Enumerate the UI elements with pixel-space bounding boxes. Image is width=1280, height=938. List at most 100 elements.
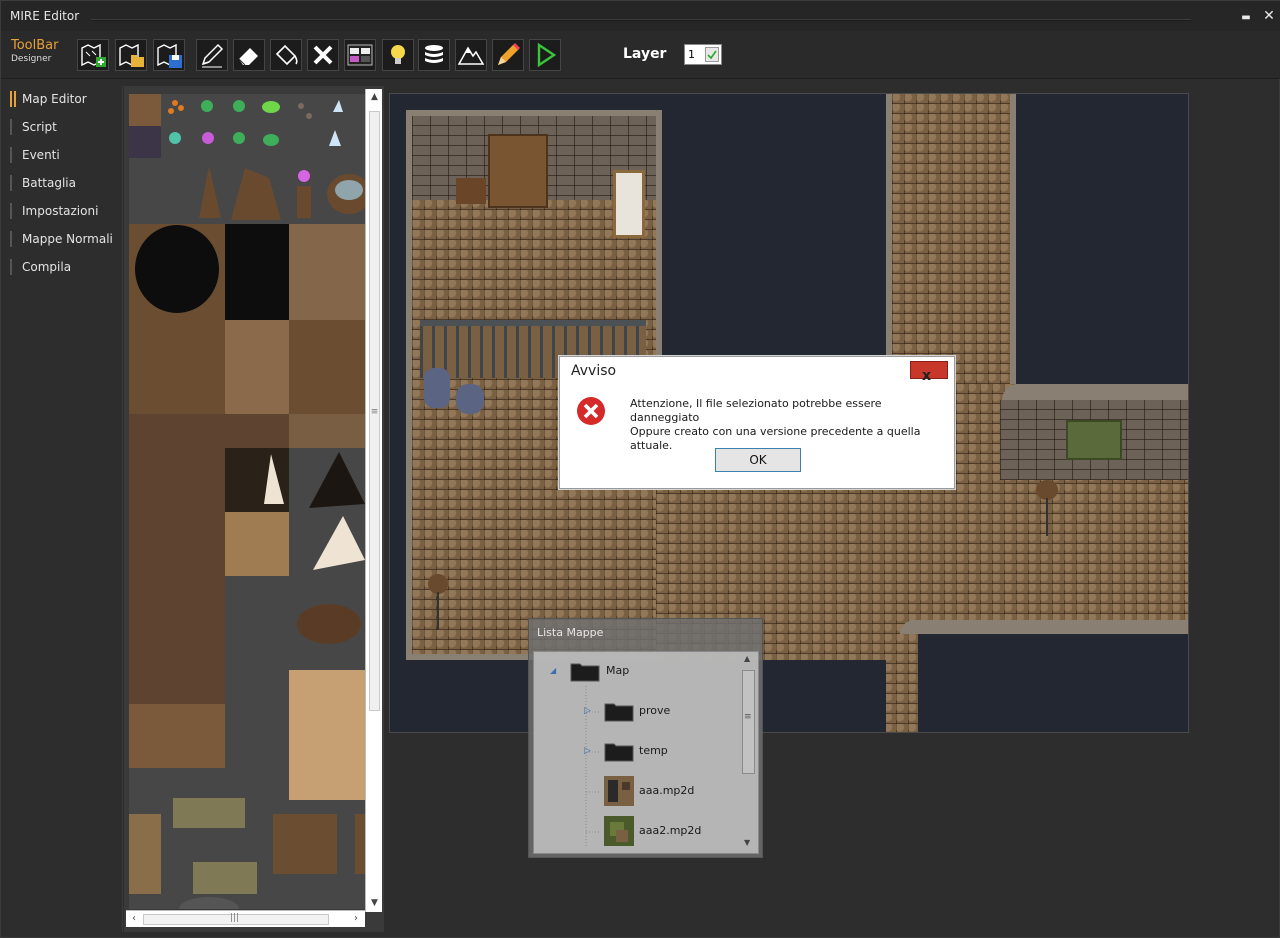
save-map-icon [157, 43, 182, 68]
brazier [428, 574, 448, 594]
dialog-title-bar: Avviso x [560, 357, 954, 384]
sidebar-item-eventi[interactable]: Eventi [10, 144, 120, 166]
tree-item-label: aaa2.mp2d [639, 824, 702, 837]
tree-item-label: aaa.mp2d [639, 784, 695, 797]
expanded-arrow-icon[interactable]: ◢ [550, 666, 556, 675]
cobblestone-floor [892, 94, 1010, 394]
ok-button[interactable]: OK [715, 448, 801, 472]
dialog-close-button[interactable]: x [910, 361, 948, 384]
layer-label: Layer [623, 46, 667, 62]
fill-bucket-icon [275, 44, 298, 66]
brazier-stand [437, 592, 439, 630]
folder-icon [604, 703, 634, 722]
terrain-button[interactable] [455, 39, 487, 71]
delete-icon [313, 45, 333, 65]
delete-button[interactable] [307, 39, 339, 71]
collapsed-arrow-icon[interactable]: ▷ [584, 746, 591, 756]
eraser-icon [238, 48, 258, 66]
scrollbar-grip-icon: ||| [230, 913, 240, 923]
play-icon [537, 42, 557, 68]
layer-value: 1 [688, 48, 695, 61]
palette-horizontal-scrollbar[interactable]: ‹ ||| › [126, 910, 365, 927]
folder-icon [604, 743, 634, 762]
map-tree[interactable]: ◢ Map ▷ prove ▷ temp aaa.mp2d aaa2.mp2d [533, 651, 759, 854]
sidebar-item-label: Map Editor [22, 92, 87, 106]
layer-spinner[interactable]: 1 [684, 44, 722, 65]
window-title: MIRE Editor [10, 9, 80, 23]
close-icon: ✕ [1263, 8, 1275, 24]
new-map-icon [81, 43, 106, 67]
edit-pencil-icon [498, 42, 521, 65]
open-map-button[interactable] [115, 39, 147, 71]
play-button[interactable] [529, 39, 561, 71]
dialog-title: Avviso [571, 363, 617, 379]
map-list-panel: Lista Mappe ◢ Map ▷ prove ▷ temp aaa.mp2… [528, 618, 763, 858]
sidebar-item-label: Script [22, 120, 57, 134]
scrollbar-grip-icon: ≡ [370, 407, 379, 417]
map-list-title: Lista Mappe [537, 626, 604, 639]
fill-tool-button[interactable] [270, 39, 302, 71]
sidebar-item-compila[interactable]: Compila [10, 256, 120, 278]
scrollbar-thumb[interactable] [742, 670, 755, 774]
minimize-icon: ▬ [1241, 12, 1251, 23]
collapsed-arrow-icon[interactable]: ▷ [584, 706, 591, 716]
warning-dialog: Avviso x Attenzione, Il file selezionato… [559, 356, 955, 489]
jar [424, 368, 450, 408]
scroll-down-icon[interactable]: ▼ [366, 896, 383, 910]
tree-item-aaa2-mp2d[interactable]: aaa2.mp2d [534, 816, 734, 846]
tileset-icon [347, 44, 373, 66]
toolbar-brand-subtitle: Designer [11, 54, 52, 64]
sidebar-item-battaglia[interactable]: Battaglia [10, 172, 120, 194]
scroll-left-icon[interactable]: ‹ [126, 912, 142, 927]
scroll-up-icon[interactable]: ▲ [366, 90, 383, 104]
toolbar: ToolBar Designer Layer 1 [1, 31, 1280, 79]
map-thumbnail-icon [604, 776, 634, 806]
sidebar-item-map-editor[interactable]: Map Editor [10, 88, 120, 110]
database-button[interactable] [418, 39, 450, 71]
close-window-button[interactable]: ✕ [1259, 6, 1279, 26]
tree-item-prove[interactable]: ▷ prove [534, 698, 734, 724]
sidebar-item-impostazioni[interactable]: Impostazioni [10, 200, 120, 222]
tile-palette: ▲ ≡ ▼ ‹ ||| › [124, 86, 384, 932]
save-map-button[interactable] [153, 39, 185, 71]
scroll-right-icon[interactable]: › [348, 912, 364, 927]
sidebar: Map Editor Script Eventi Battaglia Impos… [1, 86, 123, 932]
wall-border [1002, 384, 1188, 400]
database-icon [425, 45, 443, 63]
item-marker [10, 231, 12, 247]
dialog-message: Attenzione, Il file selezionato potrebbe… [630, 397, 954, 453]
lighting-button[interactable] [382, 39, 414, 71]
scroll-down-icon[interactable]: ▼ [744, 838, 750, 847]
sidebar-item-script[interactable]: Script [10, 116, 120, 138]
toolbar-brand: ToolBar Designer [11, 39, 58, 65]
scrollbar-grip-icon: ≡ [744, 712, 752, 722]
tree-item-map[interactable]: ◢ Map [534, 658, 734, 684]
sidebar-item-label: Impostazioni [22, 204, 99, 218]
tileset-button[interactable] [344, 39, 376, 71]
edit-button[interactable] [492, 39, 524, 71]
tree-item-label: temp [639, 744, 668, 757]
tileset-canvas[interactable] [129, 94, 365, 909]
layer-picker-icon[interactable] [705, 47, 719, 62]
pencil-tool-button[interactable] [196, 39, 228, 71]
sidebar-item-mappe-normali[interactable]: Mappe Normali [10, 228, 120, 250]
tree-item-aaa-mp2d[interactable]: aaa.mp2d [534, 776, 734, 806]
sidebar-item-label: Battaglia [22, 176, 76, 190]
brazier-stand [1046, 498, 1048, 536]
map-list-scrollbar[interactable]: ▲ ≡ ▼ [741, 654, 756, 851]
bookshelf [488, 134, 548, 208]
palette-vertical-scrollbar[interactable]: ▲ ≡ ▼ [365, 89, 382, 912]
folder-icon [570, 663, 600, 682]
void-area [918, 634, 1188, 732]
tileset-image[interactable] [129, 94, 365, 909]
map-thumbnail-icon [604, 816, 634, 846]
eraser-tool-button[interactable] [233, 39, 265, 71]
new-map-button[interactable] [77, 39, 109, 71]
tree-item-temp[interactable]: ▷ temp [534, 738, 734, 764]
scroll-up-icon[interactable]: ▲ [744, 654, 750, 663]
mountain-icon [457, 46, 485, 65]
open-map-icon [119, 43, 144, 67]
minimize-button[interactable]: ▬ [1236, 6, 1256, 26]
title-bar: MIRE Editor ▬ ✕ [1, 1, 1280, 31]
item-marker [10, 119, 12, 135]
